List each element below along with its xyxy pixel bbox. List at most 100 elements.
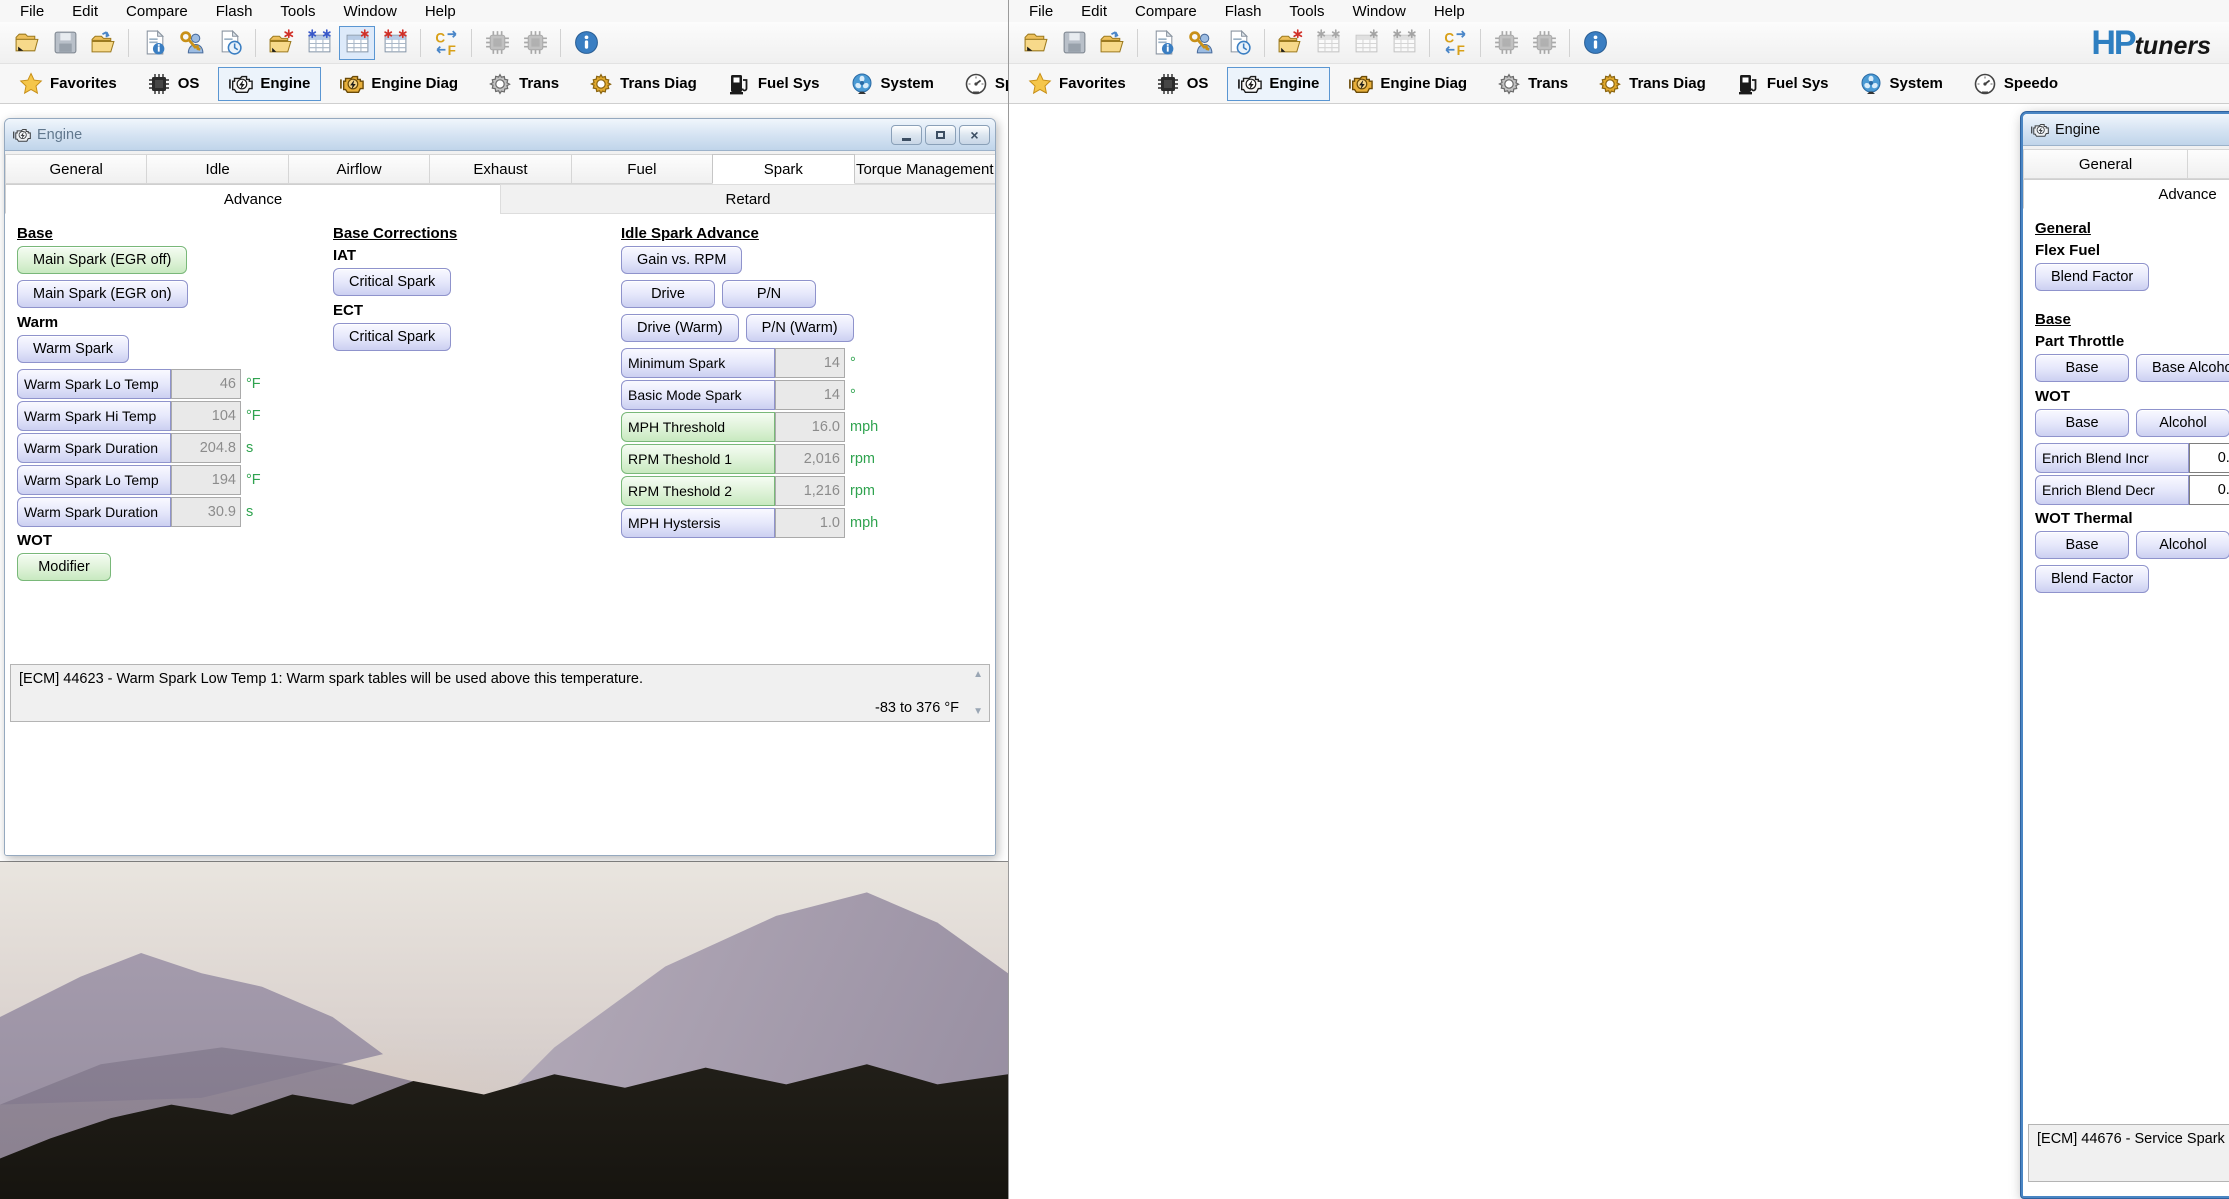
file-menu[interactable]: File — [1029, 3, 1053, 22]
ribbon-tab-trans[interactable]: Trans — [1486, 67, 1579, 101]
ribbon-tab-speedo[interactable]: Speedo — [1962, 67, 2069, 101]
vehicle-key-icon[interactable] — [1183, 26, 1219, 60]
tab-idle[interactable]: Idle — [146, 154, 288, 184]
base-alcohol-button[interactable]: Base Alcohol — [2136, 354, 2229, 382]
open-tune-icon[interactable] — [1094, 26, 1130, 60]
compare-swap-icon[interactable]: CF — [428, 26, 464, 60]
scroll-up-icon[interactable]: ▲ — [973, 669, 983, 680]
scroll-down-icon[interactable]: ▼ — [973, 706, 983, 717]
table-open-icon[interactable] — [339, 26, 375, 60]
help-menu[interactable]: Help — [425, 3, 456, 22]
file-history-icon[interactable] — [212, 26, 248, 60]
tools-menu[interactable]: Tools — [1289, 3, 1324, 22]
base-button[interactable]: Base — [2035, 354, 2129, 382]
compare-open-icon[interactable] — [263, 26, 299, 60]
flash-menu[interactable]: Flash — [1225, 3, 1262, 22]
mph-hystersis-button[interactable]: MPH Hystersis — [621, 508, 775, 538]
edit-menu[interactable]: Edit — [1081, 3, 1107, 22]
tab-fuel[interactable]: Fuel — [571, 154, 713, 184]
mph-threshold-button[interactable]: MPH Threshold — [621, 412, 775, 442]
p-n-button[interactable]: P/N — [722, 280, 816, 308]
restore-button[interactable] — [925, 125, 956, 145]
window-menu[interactable]: Window — [343, 3, 396, 22]
file-menu[interactable]: File — [20, 3, 44, 22]
rpm-theshold-2-button[interactable]: RPM Theshold 2 — [621, 476, 775, 506]
open-file-icon[interactable] — [9, 26, 45, 60]
minimize-button[interactable] — [891, 125, 922, 145]
edit-menu[interactable]: Edit — [72, 3, 98, 22]
warm-spark-lo-temp-button[interactable]: Warm Spark Lo Temp — [17, 465, 171, 495]
warm-spark-duration-button[interactable]: Warm Spark Duration — [17, 497, 171, 527]
warm-spark-lo-temp-button[interactable]: Warm Spark Lo Temp — [17, 369, 171, 399]
ribbon-tab-engine-diag[interactable]: Engine Diag — [1338, 67, 1478, 101]
warm-spark-duration-value[interactable] — [171, 433, 241, 463]
gain-vs-rpm-button[interactable]: Gain vs. RPM — [621, 246, 742, 274]
tab-airflow[interactable]: Airflow — [288, 154, 430, 184]
file-history-icon[interactable] — [1221, 26, 1257, 60]
warm-spark-lo-temp-value[interactable] — [171, 369, 241, 399]
compare-menu[interactable]: Compare — [1135, 3, 1197, 22]
warm-spark-duration-button[interactable]: Warm Spark Duration — [17, 433, 171, 463]
ribbon-tab-favorites[interactable]: Favorites — [8, 67, 128, 101]
mph-hystersis-value[interactable] — [775, 508, 845, 538]
info-icon[interactable] — [1577, 26, 1613, 60]
rpm-theshold-1-button[interactable]: RPM Theshold 1 — [621, 444, 775, 474]
enrich-blend-incr-value[interactable] — [2189, 443, 2229, 473]
subtab-advance[interactable]: Advance — [2023, 179, 2229, 209]
drive-warm-button[interactable]: Drive (Warm) — [621, 314, 739, 342]
ribbon-tab-engine[interactable]: Engine — [1227, 67, 1330, 101]
critical-spark-button[interactable]: Critical Spark — [333, 268, 451, 296]
flash-menu[interactable]: Flash — [216, 3, 253, 22]
mph-threshold-value[interactable] — [775, 412, 845, 442]
table-blue-icon[interactable] — [301, 26, 337, 60]
warm-spark-hi-temp-value[interactable] — [171, 401, 241, 431]
save-file-icon[interactable] — [47, 26, 83, 60]
subtab-retard[interactable]: Retard — [500, 184, 996, 214]
file-info-icon[interactable] — [136, 26, 172, 60]
enrich-blend-incr-button[interactable]: Enrich Blend Incr — [2035, 443, 2189, 473]
subtab-advance[interactable]: Advance — [5, 184, 501, 214]
alcohol-button[interactable]: Alcohol — [2136, 531, 2229, 559]
warm-spark-hi-temp-button[interactable]: Warm Spark Hi Temp — [17, 401, 171, 431]
ribbon-tab-engine-diag[interactable]: Engine Diag — [329, 67, 469, 101]
compare-open-icon[interactable] — [1272, 26, 1308, 60]
rpm-theshold-1-value[interactable] — [775, 444, 845, 474]
warm-spark-button[interactable]: Warm Spark — [17, 335, 129, 363]
ribbon-tab-favorites[interactable]: Favorites — [1017, 67, 1137, 101]
base-button[interactable]: Base — [2035, 531, 2129, 559]
ribbon-tab-fuel-sys[interactable]: Fuel Sys — [716, 67, 831, 101]
basic-mode-spark-value[interactable] — [775, 380, 845, 410]
ribbon-tab-trans-diag[interactable]: Trans Diag — [1587, 67, 1717, 101]
basic-mode-spark-button[interactable]: Basic Mode Spark — [621, 380, 775, 410]
window-titlebar[interactable]: Engine × — [2023, 114, 2229, 146]
rpm-theshold-2-value[interactable] — [775, 476, 845, 506]
file-info-icon[interactable] — [1145, 26, 1181, 60]
ribbon-tab-trans[interactable]: Trans — [477, 67, 570, 101]
tab-exhaust[interactable]: Exhaust — [429, 154, 571, 184]
window-titlebar[interactable]: Engine × — [5, 119, 995, 151]
save-file-icon[interactable] — [1056, 26, 1092, 60]
window-menu[interactable]: Window — [1352, 3, 1405, 22]
minimum-spark-button[interactable]: Minimum Spark — [621, 348, 775, 378]
main-spark-egr-on-button[interactable]: Main Spark (EGR on) — [17, 280, 188, 308]
ribbon-tab-fuel-sys[interactable]: Fuel Sys — [1725, 67, 1840, 101]
enrich-blend-decr-button[interactable]: Enrich Blend Decr — [2035, 475, 2189, 505]
ribbon-tab-system[interactable]: System — [1848, 67, 1954, 101]
tab-idle[interactable]: Idle — [2187, 149, 2229, 179]
ribbon-tab-engine[interactable]: Engine — [218, 67, 321, 101]
compare-menu[interactable]: Compare — [126, 3, 188, 22]
main-spark-egr-off-button[interactable]: Main Spark (EGR off) — [17, 246, 187, 274]
tools-menu[interactable]: Tools — [280, 3, 315, 22]
table-red-icon[interactable] — [377, 26, 413, 60]
enrich-blend-decr-value[interactable] — [2189, 475, 2229, 505]
minimum-spark-value[interactable] — [775, 348, 845, 378]
p-n-warm-button[interactable]: P/N (Warm) — [746, 314, 854, 342]
tab-general[interactable]: General — [2023, 149, 2188, 179]
critical-spark-button[interactable]: Critical Spark — [333, 323, 451, 351]
ribbon-tab-system[interactable]: System — [839, 67, 945, 101]
compare-swap-icon[interactable]: CF — [1437, 26, 1473, 60]
alcohol-button[interactable]: Alcohol — [2136, 409, 2229, 437]
tab-torque-management[interactable]: Torque Management — [854, 154, 996, 184]
open-file-icon[interactable] — [1018, 26, 1054, 60]
ribbon-tab-os[interactable]: OS — [136, 67, 211, 101]
